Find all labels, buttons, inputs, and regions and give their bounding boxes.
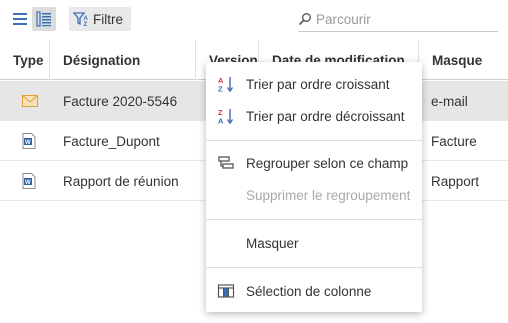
menu-item-label: Supprimer le regroupement [246,187,411,203]
list-view-icon [13,13,27,25]
column-selection-icon [217,282,235,300]
filter-label: Filtre [93,11,123,27]
menu-item-group-by-field[interactable]: Regrouper selon ce champ [206,151,422,175]
group-icon [217,154,235,172]
email-icon [22,81,38,121]
list-view-button[interactable] [8,7,32,31]
row-designation: Facture_Dupont [63,133,160,149]
column-header-type[interactable]: Type [0,40,49,80]
menu-item-sort-descending[interactable]: Z A Trier par ordre décroissant [206,104,422,128]
menu-item-remove-grouping: Supprimer le regroupement [206,183,422,207]
filter-button[interactable]: A Z Filtre [69,7,131,31]
menu-item-label: Sélection de colonne [246,283,372,299]
word-document-icon: W [22,121,36,161]
menu-item-label: Trier par ordre décroissant [246,108,405,124]
svg-text:Z: Z [84,22,88,27]
sort-ascending-icon: A Z [217,75,235,93]
search-box [298,7,498,32]
row-masque: e-mail [431,93,468,109]
menu-item-column-selection[interactable]: Sélection de colonne [206,279,422,303]
search-icon [298,13,311,26]
word-document-icon: W [22,161,36,201]
detail-view-button[interactable] [32,7,56,31]
toolbar: A Z Filtre [0,0,508,40]
menu-divider [206,140,422,141]
search-input[interactable] [316,11,496,27]
svg-text:Z: Z [218,85,223,94]
column-context-menu: A Z Trier par ordre croissant Z A Trier … [206,62,422,312]
row-designation: Facture 2020-5546 [63,93,178,109]
sort-descending-icon: Z A [217,107,235,125]
menu-item-hide[interactable]: Masquer [206,231,422,255]
row-masque: Rapport [431,173,480,189]
column-header-designation[interactable]: Désignation [49,40,195,80]
menu-item-sort-ascending[interactable]: A Z Trier par ordre croissant [206,72,422,96]
svg-text:A: A [218,117,224,126]
column-header-masque[interactable]: Masque [418,40,508,80]
menu-item-label: Trier par ordre croissant [246,76,390,92]
menu-divider [206,219,422,220]
svg-text:W: W [25,140,31,146]
menu-divider [206,267,422,268]
row-designation: Rapport de réunion [63,173,179,189]
filter-icon: A Z [73,12,89,27]
row-masque: Facture [431,133,477,149]
detail-view-icon [36,11,51,27]
svg-text:W: W [25,180,31,186]
menu-item-label: Regrouper selon ce champ [246,155,409,171]
menu-item-label: Masquer [246,235,299,251]
